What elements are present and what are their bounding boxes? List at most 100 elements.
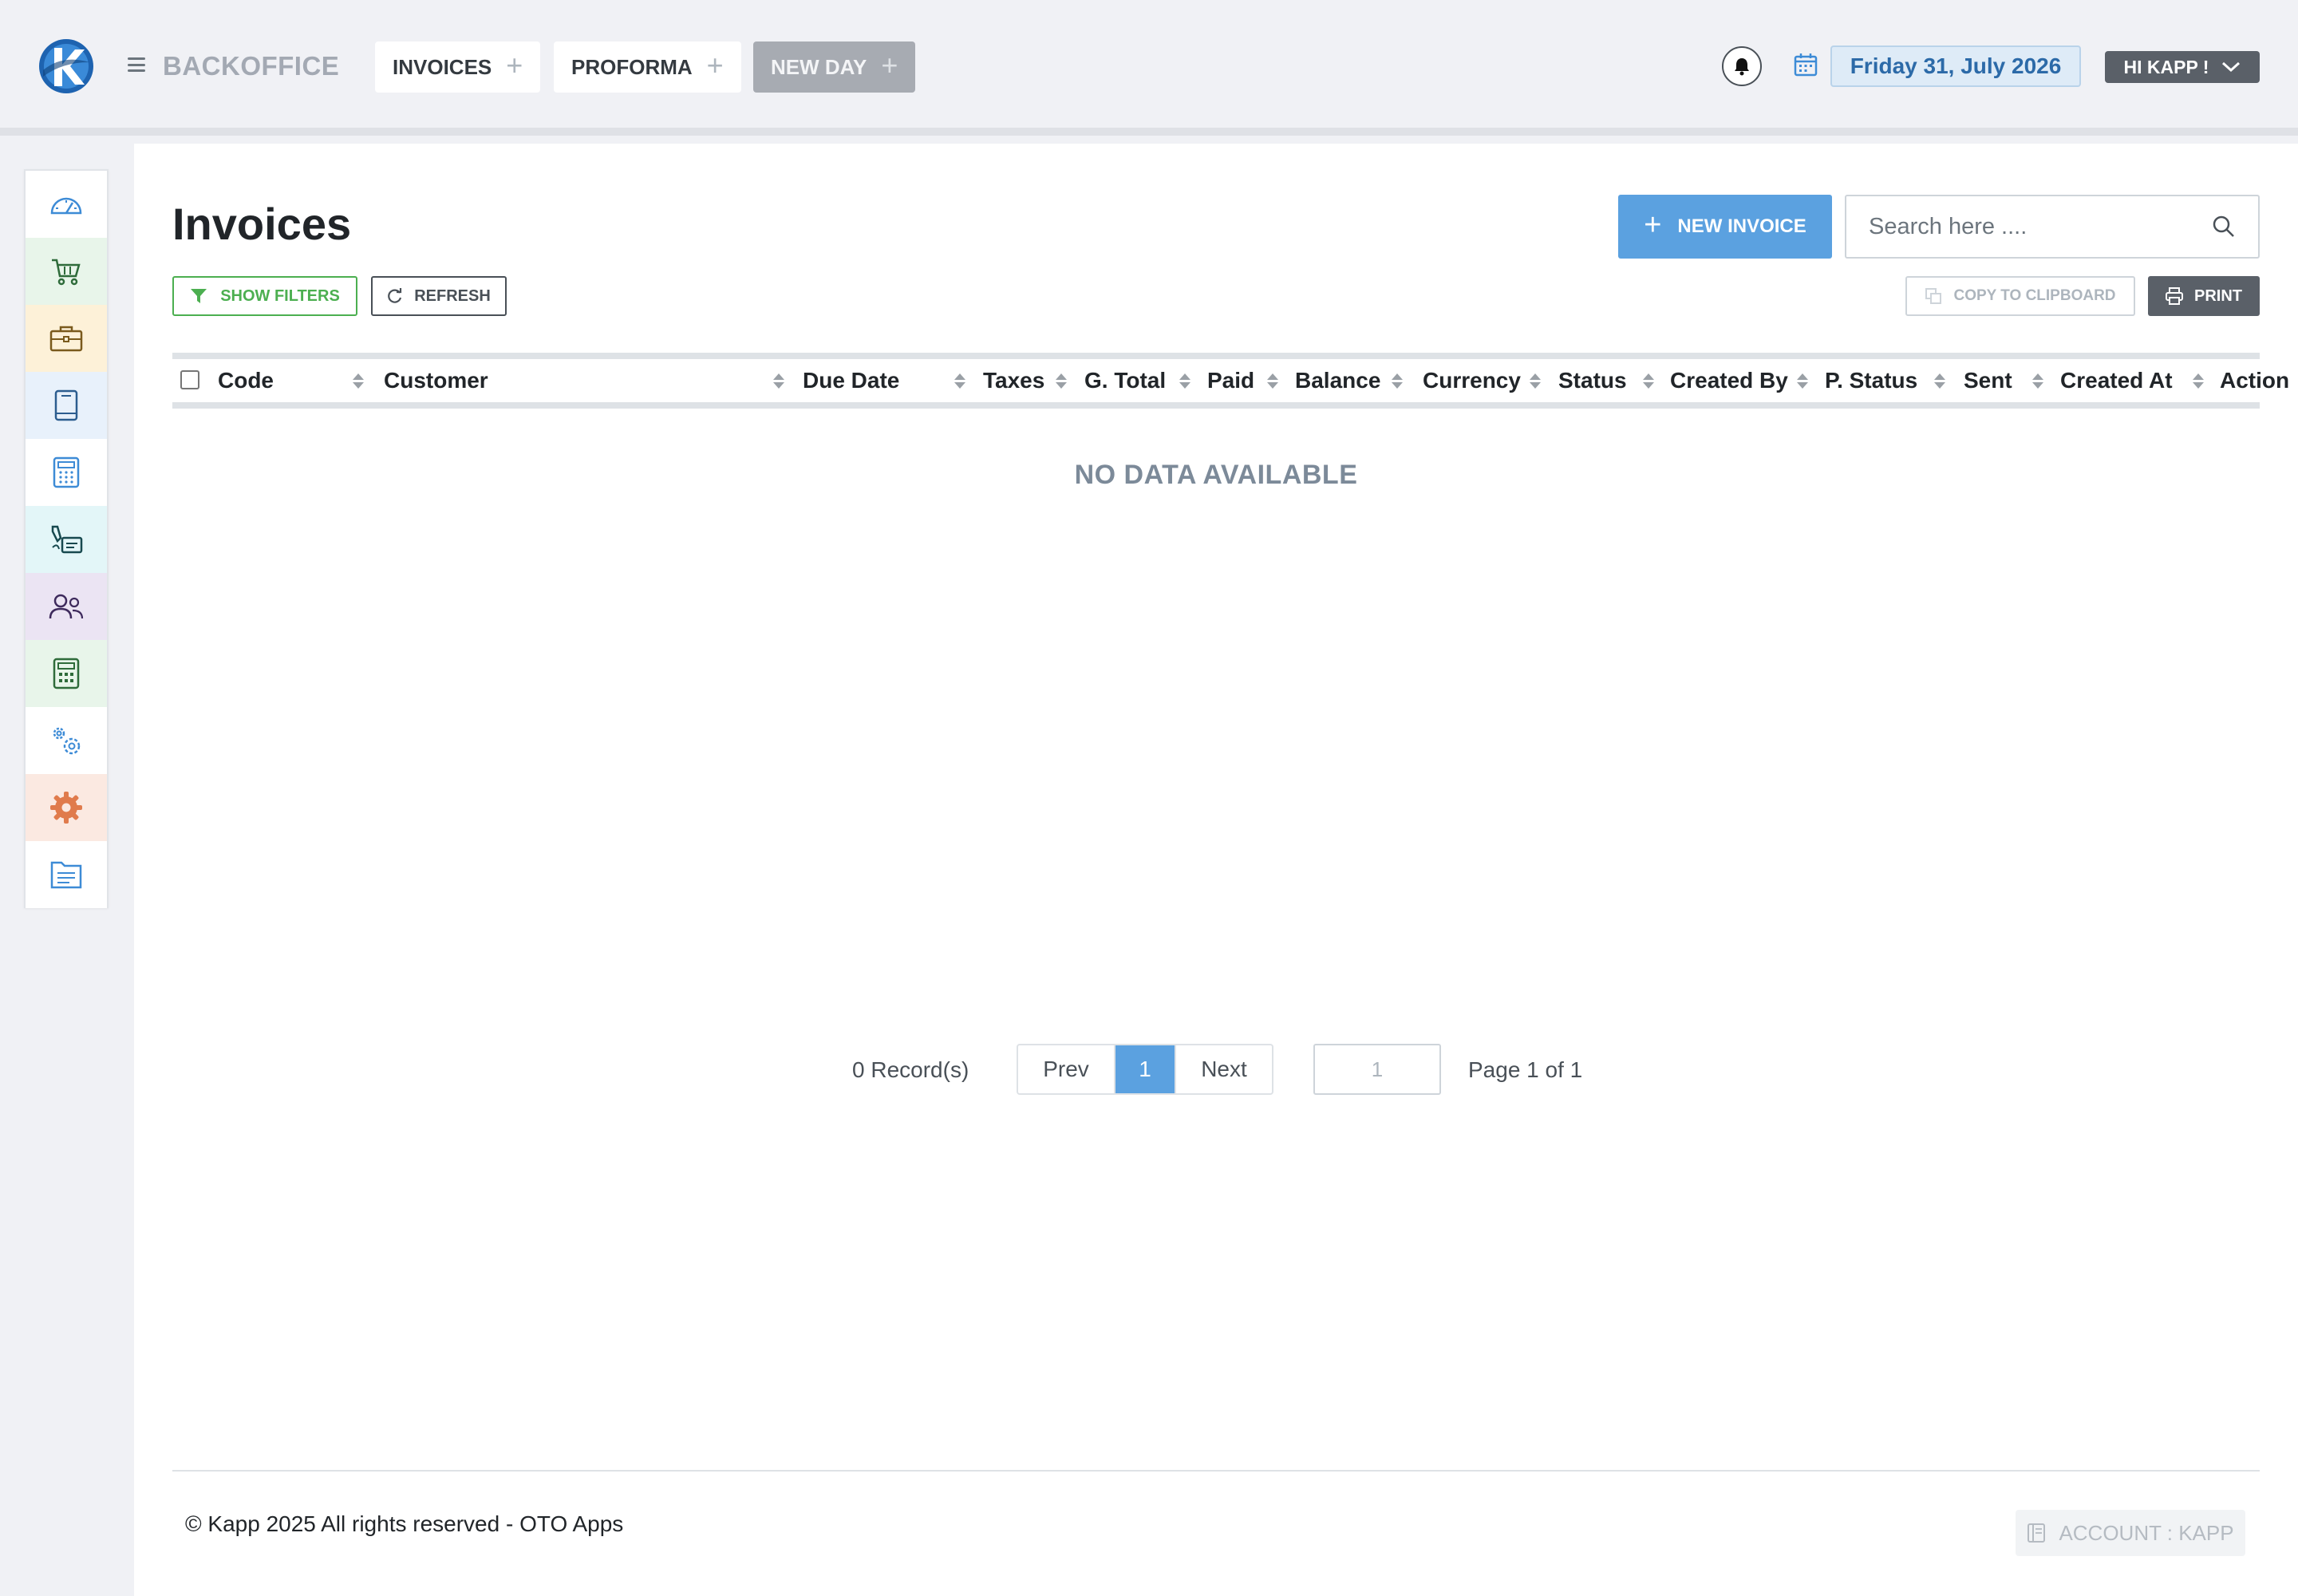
copy-to-clipboard-label: COPY TO CLIPBOARD — [1953, 287, 2116, 304]
briefcase-icon — [49, 326, 83, 352]
accounting-calculator-icon — [53, 658, 80, 689]
chevron-down-icon — [2222, 61, 2241, 73]
sort-icon[interactable] — [353, 359, 364, 402]
sort-icon[interactable] — [2032, 359, 2043, 402]
sidebar-item-accounting[interactable] — [26, 640, 107, 707]
main-panel: Invoices + NEW INVOICE SHOW FILTERS REFR… — [134, 144, 2298, 1596]
sidebar-item-projects[interactable] — [26, 305, 107, 372]
shopping-cart-icon — [52, 259, 81, 286]
refresh-icon — [388, 288, 402, 303]
sidebar-item-sales[interactable] — [26, 238, 107, 305]
column-header-paid[interactable]: Paid — [1207, 359, 1254, 402]
account-badge[interactable]: ACCOUNT : KAPP — [2016, 1510, 2245, 1556]
column-header-action: Action — [2220, 368, 2290, 393]
gears-icon — [53, 727, 81, 755]
pagination: Prev 1 Next — [1017, 1044, 1273, 1095]
dashboard-gauge-icon — [50, 197, 82, 215]
column-header-currency[interactable]: Currency — [1423, 359, 1521, 402]
printer-icon — [2166, 287, 2183, 305]
sort-icon[interactable] — [1179, 359, 1190, 402]
plus-icon[interactable]: + — [506, 51, 523, 80]
sort-icon[interactable] — [773, 359, 784, 402]
sort-icon[interactable] — [1797, 359, 1808, 402]
sort-icon[interactable] — [954, 359, 965, 402]
search-icon[interactable] — [2212, 215, 2236, 239]
user-menu-label: HI KAPP ! — [2123, 56, 2209, 77]
plus-icon[interactable]: + — [707, 51, 724, 80]
next-page-button[interactable]: Next — [1175, 1045, 1272, 1093]
sidebar-item-customers[interactable] — [26, 573, 107, 640]
refresh-button[interactable]: REFRESH — [371, 276, 507, 316]
column-header-balance[interactable]: Balance — [1295, 359, 1380, 402]
tab-proforma[interactable]: PROFORMA + — [554, 41, 741, 93]
new-invoice-label: NEW INVOICE — [1677, 215, 1806, 237]
account-book-icon — [2028, 1523, 2046, 1543]
sort-icon[interactable] — [1056, 359, 1067, 402]
sidebar-item-ledger[interactable] — [26, 372, 107, 439]
kapp-logo[interactable] — [38, 38, 94, 94]
top-bar: BACKOFFICE INVOICES + PROFORMA + NEW DAY… — [0, 0, 2298, 136]
calculator-icon — [53, 456, 80, 488]
sidebar — [24, 169, 109, 908]
search-box — [1845, 195, 2260, 259]
plus-icon[interactable]: + — [881, 51, 898, 80]
sort-icon[interactable] — [1267, 359, 1278, 402]
page-indicator: Page 1 of 1 — [1468, 1057, 1583, 1082]
user-menu-button[interactable]: HI KAPP ! — [2105, 51, 2260, 83]
sort-icon[interactable] — [1643, 359, 1654, 402]
notifications-button[interactable] — [1722, 46, 1762, 86]
menu-toggle-icon[interactable] — [128, 57, 145, 72]
brand-title: BACKOFFICE — [163, 51, 340, 81]
column-header-sent[interactable]: Sent — [1964, 359, 2012, 402]
column-header-created-by[interactable]: Created By — [1670, 359, 1788, 402]
copy-to-clipboard-button[interactable]: COPY TO CLIPBOARD — [1905, 276, 2135, 316]
plus-icon: + — [1644, 207, 1662, 242]
current-page-button[interactable]: 1 — [1115, 1045, 1175, 1093]
sidebar-item-configuration[interactable] — [26, 707, 107, 774]
show-filters-button[interactable]: SHOW FILTERS — [172, 276, 357, 316]
account-label: ACCOUNT : KAPP — [2059, 1520, 2234, 1545]
search-input[interactable] — [1869, 213, 2188, 240]
column-header-status[interactable]: Status — [1558, 359, 1627, 402]
bell-icon — [1735, 58, 1749, 76]
sidebar-item-settings[interactable] — [26, 774, 107, 841]
signature-icon — [51, 525, 83, 554]
sidebar-item-documents[interactable] — [26, 841, 107, 908]
sort-icon[interactable] — [1392, 359, 1403, 402]
select-all-checkbox[interactable] — [180, 370, 199, 389]
print-label: PRINT — [2194, 286, 2242, 305]
sidebar-item-contracts[interactable] — [26, 506, 107, 573]
print-button[interactable]: PRINT — [2148, 276, 2260, 316]
tab-new-day-label: NEW DAY — [771, 54, 867, 79]
sidebar-item-calculations[interactable] — [26, 439, 107, 506]
column-header-code[interactable]: Code — [218, 359, 274, 402]
current-date[interactable]: Friday 31, July 2026 — [1830, 45, 2081, 87]
column-header-payment-status[interactable]: P. Status — [1825, 359, 1917, 402]
sidebar-item-dashboard[interactable] — [26, 171, 107, 238]
tab-new-day[interactable]: NEW DAY + — [753, 41, 916, 93]
prev-page-button[interactable]: Prev — [1018, 1045, 1115, 1093]
sort-icon[interactable] — [1530, 359, 1541, 402]
column-header-customer[interactable]: Customer — [384, 359, 488, 402]
column-header-created-at[interactable]: Created At — [2060, 359, 2173, 402]
tab-invoices[interactable]: INVOICES + — [375, 41, 541, 93]
page-title: Invoices — [172, 199, 352, 249]
copy-icon — [1925, 288, 1942, 304]
new-invoice-button[interactable]: + NEW INVOICE — [1618, 195, 1832, 259]
filter-icon — [191, 289, 207, 303]
tab-invoices-label: INVOICES — [393, 54, 492, 79]
column-header-taxes[interactable]: Taxes — [983, 359, 1044, 402]
tab-proforma-label: PROFORMA — [571, 54, 693, 79]
sort-icon[interactable] — [2193, 359, 2204, 402]
table-empty-message: NO DATA AVAILABLE — [1074, 460, 1358, 490]
column-header-grand-total[interactable]: G. Total — [1084, 359, 1166, 402]
footer-divider — [172, 1470, 2260, 1472]
record-count: 0 Record(s) — [852, 1057, 969, 1082]
page-number-input[interactable]: 1 — [1313, 1044, 1441, 1095]
document-icon — [50, 861, 82, 889]
sort-icon[interactable] — [1934, 359, 1945, 402]
copyright-text: © Kapp 2025 All rights reserved - OTO Ap… — [185, 1511, 624, 1536]
settings-gear-icon — [50, 792, 82, 824]
show-filters-label: SHOW FILTERS — [220, 286, 340, 305]
column-header-due-date[interactable]: Due Date — [803, 359, 899, 402]
